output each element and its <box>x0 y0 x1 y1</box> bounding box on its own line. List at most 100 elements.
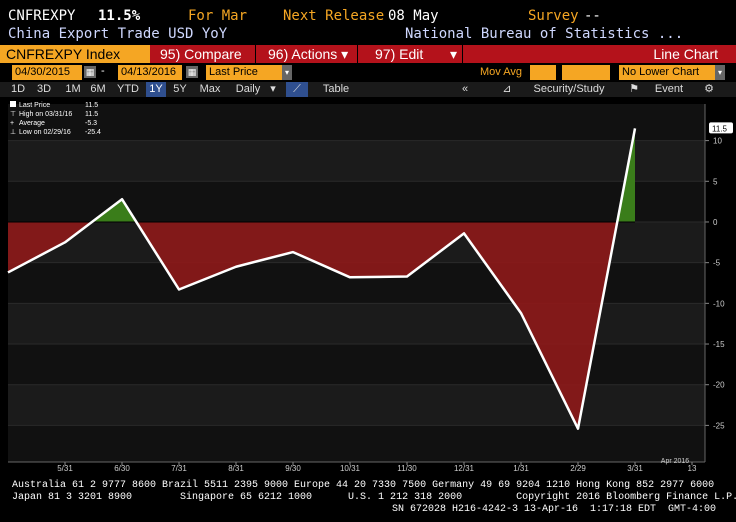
footer-line-1: Australia 61 2 9777 8600 Brazil 5511 239… <box>12 480 715 491</box>
range-1d[interactable]: 1D <box>8 82 28 97</box>
calendar-icon[interactable]: ▦ <box>186 66 198 78</box>
range-6m[interactable]: 6M <box>87 82 109 97</box>
next-release-label: Next Release <box>283 8 385 24</box>
y-tick-label: -25 <box>713 421 725 430</box>
legend-swatch <box>10 101 16 107</box>
chevron-down-icon[interactable]: ▾ <box>282 65 292 80</box>
background-bands <box>8 104 736 462</box>
background-band <box>8 384 705 426</box>
legend-high-value: 11.5 <box>85 111 99 118</box>
flag-icon[interactable]: ⚑ <box>628 82 640 97</box>
background-band <box>8 104 705 141</box>
range-1m[interactable]: 1M <box>62 82 84 97</box>
next-release-date: 08 May <box>388 8 439 24</box>
index-label[interactable]: CNFREXPY Index <box>0 45 150 63</box>
x-tick-label: 7/31 <box>171 464 187 473</box>
for-period-label: For Mar <box>188 8 248 24</box>
edit-dropdown-icon[interactable]: ▾ <box>450 45 457 63</box>
mov-avg-input-1[interactable] <box>530 65 556 80</box>
x-tick-label: 1/31 <box>513 464 529 473</box>
chevron-down-icon[interactable]: ▾ <box>268 82 278 97</box>
range-1y[interactable]: 1Y <box>146 82 166 97</box>
y-tick-label: -15 <box>713 340 725 349</box>
legend-last-price: Last Price 11.5 <box>10 101 101 110</box>
chart-type-label[interactable]: Line Chart <box>653 45 718 63</box>
compare-button[interactable]: 95) Compare <box>160 45 242 63</box>
settings-gear-icon[interactable]: ⚙ <box>700 82 718 97</box>
range-ytd[interactable]: YTD <box>114 82 142 97</box>
y-tick-label: 5 <box>713 177 718 186</box>
background-band <box>8 425 705 462</box>
calendar-icon[interactable]: ▦ <box>84 66 96 78</box>
x-tick-label: 10/31 <box>340 464 361 473</box>
x-tick-label: 9/30 <box>285 464 301 473</box>
source-label: National Bureau of Statistics ... <box>405 26 684 42</box>
start-date-field[interactable]: 04/30/2015 <box>12 65 82 80</box>
y-tick-label: -5 <box>713 259 721 268</box>
x-tick-label: 5/31 <box>57 464 73 473</box>
header-row-1: CNFREXPY 11.5% For Mar Next Release 08 M… <box>0 8 736 25</box>
chart-legend: Last Price 11.5 ⊤ High on 03/31/16 11.5 + Av… <box>10 101 101 137</box>
x-tick-label: 12/31 <box>454 464 475 473</box>
study-icon[interactable]: ⊿ <box>500 82 514 97</box>
mov-avg-input-2[interactable] <box>562 65 610 80</box>
mov-avg-label: Mov Avg <box>480 66 522 78</box>
footer-line-2: Japan 81 3 3201 8900 Singapore 65 6212 1… <box>12 492 736 503</box>
date-separator: - <box>101 65 105 77</box>
x-tick-label: 11/30 <box>397 464 417 473</box>
security-study-button[interactable]: Security/Study <box>524 82 614 97</box>
lower-chart-select[interactable]: No Lower Chart <box>619 65 715 80</box>
actions-button[interactable]: 96) Actions ▾ <box>268 45 348 63</box>
footer-line-3: SN 672028 H216-4242-3 13-Apr-16 1:17:18 … <box>392 504 717 515</box>
toolbar-divider <box>255 45 256 63</box>
axis-area <box>705 104 736 462</box>
field-select[interactable]: Last Price <box>206 65 282 80</box>
range-bar: 1D 3D 1M 6M YTD 1Y 5Y Max Daily ▾ ⟋ Tabl… <box>0 82 736 97</box>
y-tick-label: -10 <box>713 299 725 308</box>
legend-average: + Average -5.3 <box>10 119 101 128</box>
average-marker-icon: + <box>10 120 15 127</box>
background-band <box>8 140 705 182</box>
legend-low-label: Low on 02/29/16 <box>19 129 71 136</box>
legend-high: ⊤ High on 03/31/16 11.5 <box>10 110 101 119</box>
frequency-select[interactable]: Daily <box>228 82 268 97</box>
legend-high-label: High on 03/31/16 <box>19 111 73 118</box>
range-5y[interactable]: 5Y <box>170 82 190 97</box>
table-button[interactable]: Table <box>316 82 356 97</box>
low-marker-icon: ⊥ <box>10 129 17 136</box>
line-chart[interactable]: 10 5 0 -5 -10 -15 -20 -25 11.5 5/31 6/30 7/31 8/31 9… <box>0 98 736 474</box>
toolbar-divider <box>357 45 358 63</box>
current-value: 11.5% <box>98 8 140 24</box>
edit-button[interactable]: 97) Edit <box>375 45 423 63</box>
range-3d[interactable]: 3D <box>34 82 54 97</box>
end-date-field[interactable]: 04/13/2016 <box>118 65 182 80</box>
chevron-down-icon[interactable]: ▾ <box>715 65 725 80</box>
x-year-label: Apr 2016 <box>661 458 690 465</box>
back-button[interactable]: « <box>455 82 475 97</box>
line-chart-icon[interactable]: ⟋ <box>286 82 308 97</box>
range-max[interactable]: Max <box>196 82 224 97</box>
x-tick-label: 13 <box>688 464 697 473</box>
background-band <box>8 344 705 385</box>
ticker-label: CNFREXPY <box>8 8 76 24</box>
value-suffix: % <box>131 8 141 24</box>
value-number: 11.5 <box>98 8 132 24</box>
x-tick-label: 6/30 <box>114 464 130 473</box>
event-button[interactable]: Event <box>648 82 690 97</box>
x-tick-label: 2/29 <box>570 464 586 473</box>
y-tick-label: -20 <box>713 381 725 390</box>
function-toolbar: CNFREXPY Index 95) Compare 96) Actions ▾… <box>0 45 736 63</box>
x-tick-label: 3/31 <box>627 464 643 473</box>
survey-label: Survey <box>528 8 579 24</box>
y-tick-label: 10 <box>713 137 722 146</box>
legend-last-price-label: Last Price <box>19 102 51 109</box>
legend-last-price-value: 11.5 <box>85 102 99 109</box>
legend-low: ⊥ Low on 02/29/16 -25.4 <box>10 128 101 137</box>
legend-low-value: -25.4 <box>85 129 101 136</box>
legend-average-label: Average <box>19 120 45 127</box>
x-tick-label: 8/31 <box>228 464 244 473</box>
toolbar-divider <box>462 45 463 63</box>
date-controls: 04/30/2015 ▦ - 04/13/2016 ▦ Last Price ▾… <box>0 65 736 80</box>
header-row-2: China Export Trade USD YoY National Bure… <box>0 26 736 43</box>
legend-average-value: -5.3 <box>85 120 98 127</box>
